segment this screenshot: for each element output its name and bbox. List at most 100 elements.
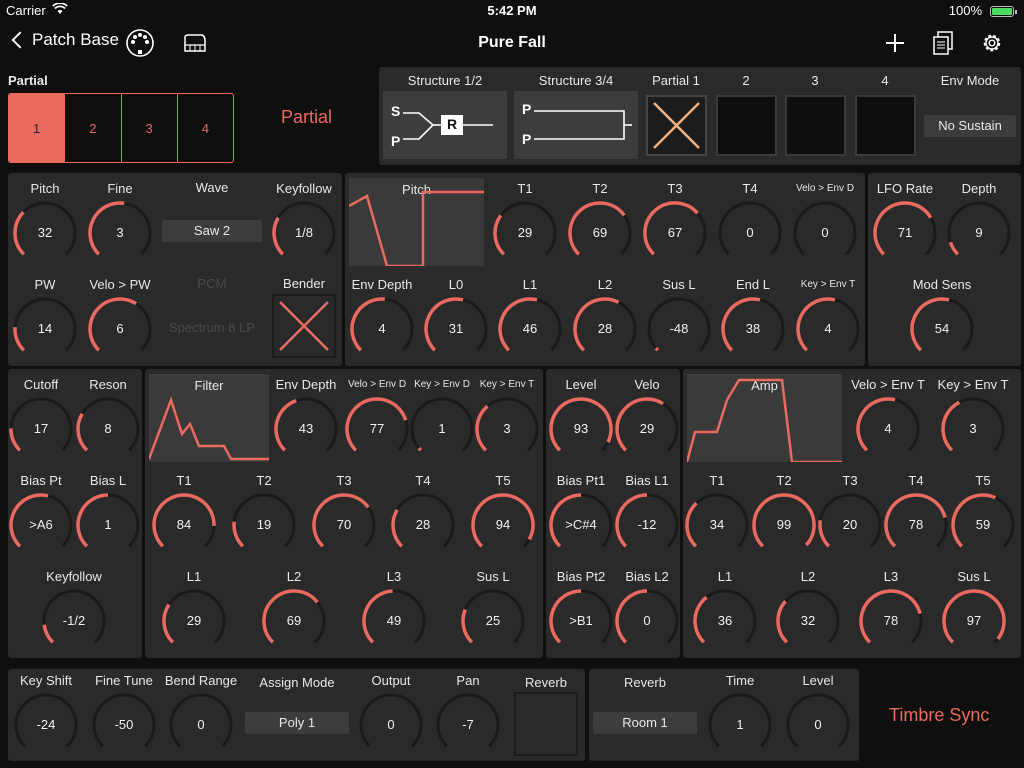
- tvf-keyfollow-label: Keyfollow: [46, 569, 102, 584]
- filter-level-0-knob[interactable]: 29: [161, 588, 227, 654]
- partial-button-4[interactable]: 4: [176, 94, 233, 162]
- partial2-mute-toggle[interactable]: [716, 95, 777, 156]
- amp-time-4-knob[interactable]: 59: [950, 492, 1016, 558]
- partial-button-1[interactable]: 1: [9, 94, 65, 162]
- filter-time-2-knob[interactable]: 70: [311, 492, 377, 558]
- add-icon[interactable]: [880, 28, 910, 58]
- bias-l-knob[interactable]: 1: [75, 492, 141, 558]
- bias-pt-knob[interactable]: >A6: [8, 492, 74, 558]
- filter-time-1-knob[interactable]: 19: [231, 492, 297, 558]
- output-knob[interactable]: 0: [358, 692, 424, 758]
- amp-time-1-knob[interactable]: 99: [751, 492, 817, 558]
- keyfollow-value: 1/8: [294, 225, 314, 240]
- filter-level-2-knob[interactable]: 49: [361, 588, 427, 654]
- pan-knob[interactable]: -7: [435, 692, 501, 758]
- keyfollow-knob[interactable]: 1/8: [271, 200, 337, 266]
- timbre-sync-button[interactable]: Timbre Sync: [889, 705, 989, 726]
- pitch-knob[interactable]: 32: [12, 200, 78, 266]
- reverb-type-select[interactable]: Room 1: [593, 712, 697, 734]
- filter-env-top-0-knob[interactable]: 43: [273, 396, 339, 462]
- filter-time-4-knob[interactable]: 94: [470, 492, 536, 558]
- back-button[interactable]: Patch Base: [10, 30, 119, 50]
- lfo-rate-knob[interactable]: 71: [872, 200, 938, 266]
- partial4-mute-label: 4: [881, 73, 889, 88]
- pw-knob[interactable]: 14: [12, 296, 78, 362]
- reverb-level-knob[interactable]: 0: [785, 692, 851, 758]
- amp-time-4-value: 59: [975, 517, 991, 532]
- pitch-env-top-0-knob[interactable]: 29: [492, 200, 558, 266]
- amp-level-0-knob[interactable]: 36: [692, 588, 758, 654]
- env-mode-select[interactable]: No Sustain: [924, 115, 1016, 137]
- mod-sens-knob[interactable]: 54: [909, 296, 975, 362]
- keyboard-icon[interactable]: [180, 28, 210, 58]
- amp-velo-env-t-knob[interactable]: 4: [855, 396, 921, 462]
- pitch-env-top-4-knob[interactable]: 0: [792, 200, 858, 266]
- key-shift-knob[interactable]: -24: [13, 692, 79, 758]
- amp-level-1-knob[interactable]: 32: [775, 588, 841, 654]
- wave-select[interactable]: Saw 2: [162, 220, 262, 242]
- pitch-env-graph[interactable]: Pitch: [349, 178, 484, 266]
- partial3-mute-toggle[interactable]: [785, 95, 846, 156]
- partial-button-2[interactable]: 2: [64, 94, 120, 162]
- bender-toggle[interactable]: [272, 294, 336, 358]
- structure-34-button[interactable]: P P: [514, 91, 638, 159]
- filter-level-3-knob[interactable]: 25: [460, 588, 526, 654]
- midi-icon[interactable]: [124, 27, 156, 59]
- cutoff-knob[interactable]: 17: [8, 396, 74, 462]
- tva-level-knob[interactable]: 93: [548, 396, 614, 462]
- common-reverb-toggle[interactable]: [514, 692, 578, 756]
- bias-pt1-knob[interactable]: >C#4: [548, 492, 614, 558]
- bias-pt2-knob[interactable]: >B1: [548, 588, 614, 654]
- filter-env-graph[interactable]: Filter: [149, 374, 269, 462]
- tvf-keyfollow-knob[interactable]: -1/2: [41, 588, 107, 654]
- reverb-time-knob[interactable]: 1: [707, 692, 773, 758]
- partial-button-3[interactable]: 3: [120, 94, 177, 162]
- amp-key-env-t-knob[interactable]: 3: [940, 396, 1006, 462]
- pitch-env-bottom-1-knob[interactable]: 31: [423, 296, 489, 362]
- bias-l2-knob[interactable]: 0: [614, 588, 680, 654]
- amp-time-0-knob[interactable]: 34: [684, 492, 750, 558]
- pitch-env-top-3-knob[interactable]: 0: [717, 200, 783, 266]
- tva-velo-label: Velo: [634, 377, 660, 392]
- partial1-mute-toggle[interactable]: [646, 95, 707, 156]
- pitch-env-bottom-3-knob[interactable]: 28: [572, 296, 638, 362]
- gear-icon[interactable]: [977, 28, 1007, 58]
- pitch-env-top-1-knob[interactable]: 69: [567, 200, 633, 266]
- amp-level-2-knob[interactable]: 78: [858, 588, 924, 654]
- amp-env-graph[interactable]: Amp: [687, 374, 842, 462]
- fine-tune-knob[interactable]: -50: [91, 692, 157, 758]
- filter-level-1-knob[interactable]: 69: [261, 588, 327, 654]
- structure-12-button[interactable]: S P R: [383, 91, 507, 159]
- filter-level-3-value: 25: [485, 613, 501, 628]
- filter-env-top-3-knob[interactable]: 3: [474, 396, 540, 462]
- tva-velo-knob[interactable]: 29: [614, 396, 680, 462]
- bias-l1-knob[interactable]: -12: [614, 492, 680, 558]
- pitch-env-bottom-4-knob[interactable]: -48: [646, 296, 712, 362]
- pitch-env-bottom-6-knob[interactable]: 4: [795, 296, 861, 362]
- reson-value: 8: [104, 421, 112, 436]
- filter-time-0-knob[interactable]: 84: [151, 492, 217, 558]
- amp-level-3-knob[interactable]: 97: [941, 588, 1007, 654]
- fine-knob[interactable]: 3: [87, 200, 153, 266]
- lfo-depth-label: Depth: [961, 181, 997, 196]
- reson-knob[interactable]: 8: [75, 396, 141, 462]
- assign-mode-select[interactable]: Poly 1: [245, 712, 349, 734]
- filter-env-top-1-knob[interactable]: 77: [344, 396, 410, 462]
- partial4-mute-toggle[interactable]: [855, 95, 916, 156]
- filter-env-top-2-knob[interactable]: 1: [409, 396, 475, 462]
- amp-time-3-knob[interactable]: 78: [883, 492, 949, 558]
- pitch-env-top-2-knob[interactable]: 67: [642, 200, 708, 266]
- lfo-depth-knob[interactable]: 9: [946, 200, 1012, 266]
- pitch-env-bottom-5-knob[interactable]: 38: [720, 296, 786, 362]
- pcm-select[interactable]: Spectrum 8 LP: [162, 320, 262, 335]
- pitch-env-bottom-2-knob[interactable]: 46: [497, 296, 563, 362]
- partial1-mute-label: Partial 1: [652, 73, 700, 88]
- filter-env-top-1-value: 77: [369, 421, 385, 436]
- documents-icon[interactable]: [928, 28, 958, 58]
- amp-time-2-knob[interactable]: 20: [817, 492, 883, 558]
- amp-level-0-value: 36: [717, 613, 733, 628]
- velo-pw-knob[interactable]: 6: [87, 296, 153, 362]
- bend-range-knob[interactable]: 0: [168, 692, 234, 758]
- pitch-env-bottom-0-knob[interactable]: 4: [349, 296, 415, 362]
- filter-time-3-knob[interactable]: 28: [390, 492, 456, 558]
